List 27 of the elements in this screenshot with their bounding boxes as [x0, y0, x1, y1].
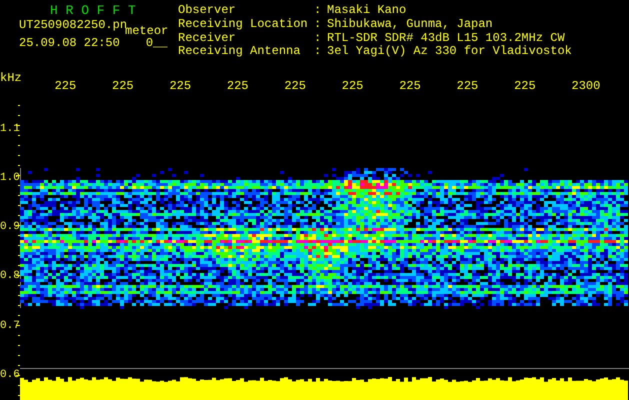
time-label: 225 — [284, 80, 307, 92]
time-label: 225 — [112, 80, 135, 92]
count-text: 0__ — [146, 38, 168, 49]
info-value: Shibukawa, Gunma, Japan — [327, 18, 494, 32]
time-label: 225 — [456, 80, 480, 92]
separator: : — [314, 46, 322, 60]
info-value: RTL-SDR SDR# 43dB L15 103.2MHz CW — [327, 32, 566, 45]
time-label: 225 — [399, 80, 422, 92]
info-label: Receiving Location — [178, 18, 309, 32]
date-time: 25.09.08 22:50 — [19, 38, 120, 49]
time-label: 225 — [226, 80, 250, 92]
time-label: 225 — [169, 80, 192, 92]
time-label: 2300 — [572, 80, 602, 92]
event-tag: meteor — [125, 26, 168, 38]
time-label: 225 — [514, 80, 537, 92]
time-label: 225 — [54, 80, 78, 92]
info-label: Receiver — [178, 32, 237, 45]
info-label: Observer — [178, 5, 237, 18]
separator: : — [314, 32, 322, 46]
separator: : — [314, 18, 322, 32]
time-label: 225 — [342, 80, 364, 92]
unit-label: kHz — [0, 73, 23, 84]
separator: : — [314, 5, 322, 19]
info-label: Receiving Antenna — [178, 46, 302, 60]
info-value: Masaki Kano — [327, 5, 408, 18]
app-title: H R O F F T — [49, 5, 137, 17]
info-value: 3el Yagi(V) Az 330 for Vladivostok — [327, 46, 572, 60]
